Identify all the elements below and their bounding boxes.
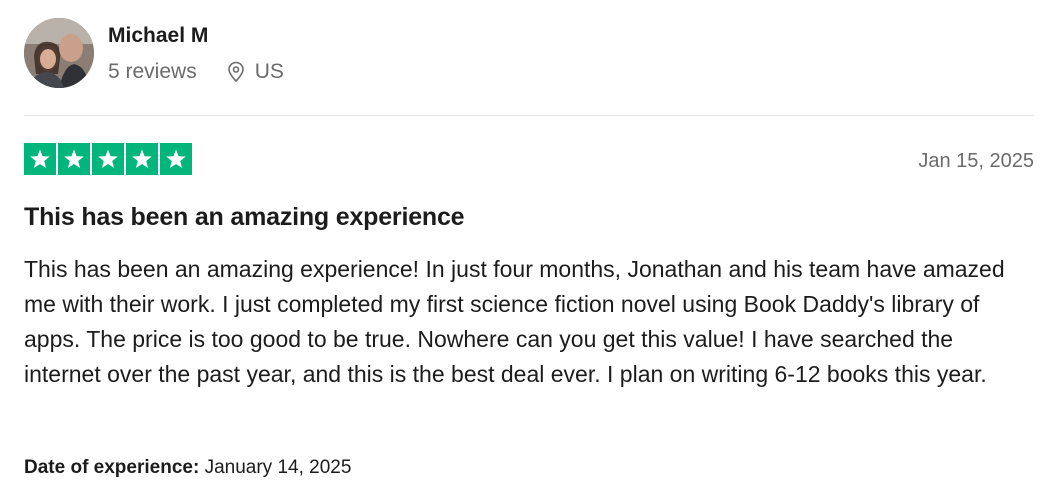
reviewer-country: US xyxy=(254,60,284,83)
review-title: This has been an amazing experience xyxy=(24,203,465,231)
map-pin-icon xyxy=(225,61,247,83)
divider xyxy=(24,115,1034,116)
review-count: 5 reviews xyxy=(108,60,197,83)
star-icon xyxy=(58,143,90,175)
star-icon xyxy=(126,143,158,175)
star-rating xyxy=(24,143,192,175)
review-card: Michael M 5 reviews US Jan 15, 2025 This… xyxy=(24,0,1034,504)
star-icon xyxy=(92,143,124,175)
date-of-experience: Date of experience: January 14, 2025 xyxy=(24,457,351,479)
reviewer-meta: 5 reviews US xyxy=(108,60,284,84)
star-icon xyxy=(160,143,192,175)
avatar[interactable] xyxy=(24,18,94,88)
experience-label: Date of experience: xyxy=(24,457,200,478)
review-date: Jan 15, 2025 xyxy=(918,150,1034,172)
experience-date: January 14, 2025 xyxy=(204,457,352,478)
reviewer-name[interactable]: Michael M xyxy=(108,24,208,48)
star-icon xyxy=(24,143,56,175)
review-text: This has been an amazing experience! In … xyxy=(24,256,1005,387)
reviewer-header: Michael M 5 reviews US xyxy=(24,18,1034,92)
